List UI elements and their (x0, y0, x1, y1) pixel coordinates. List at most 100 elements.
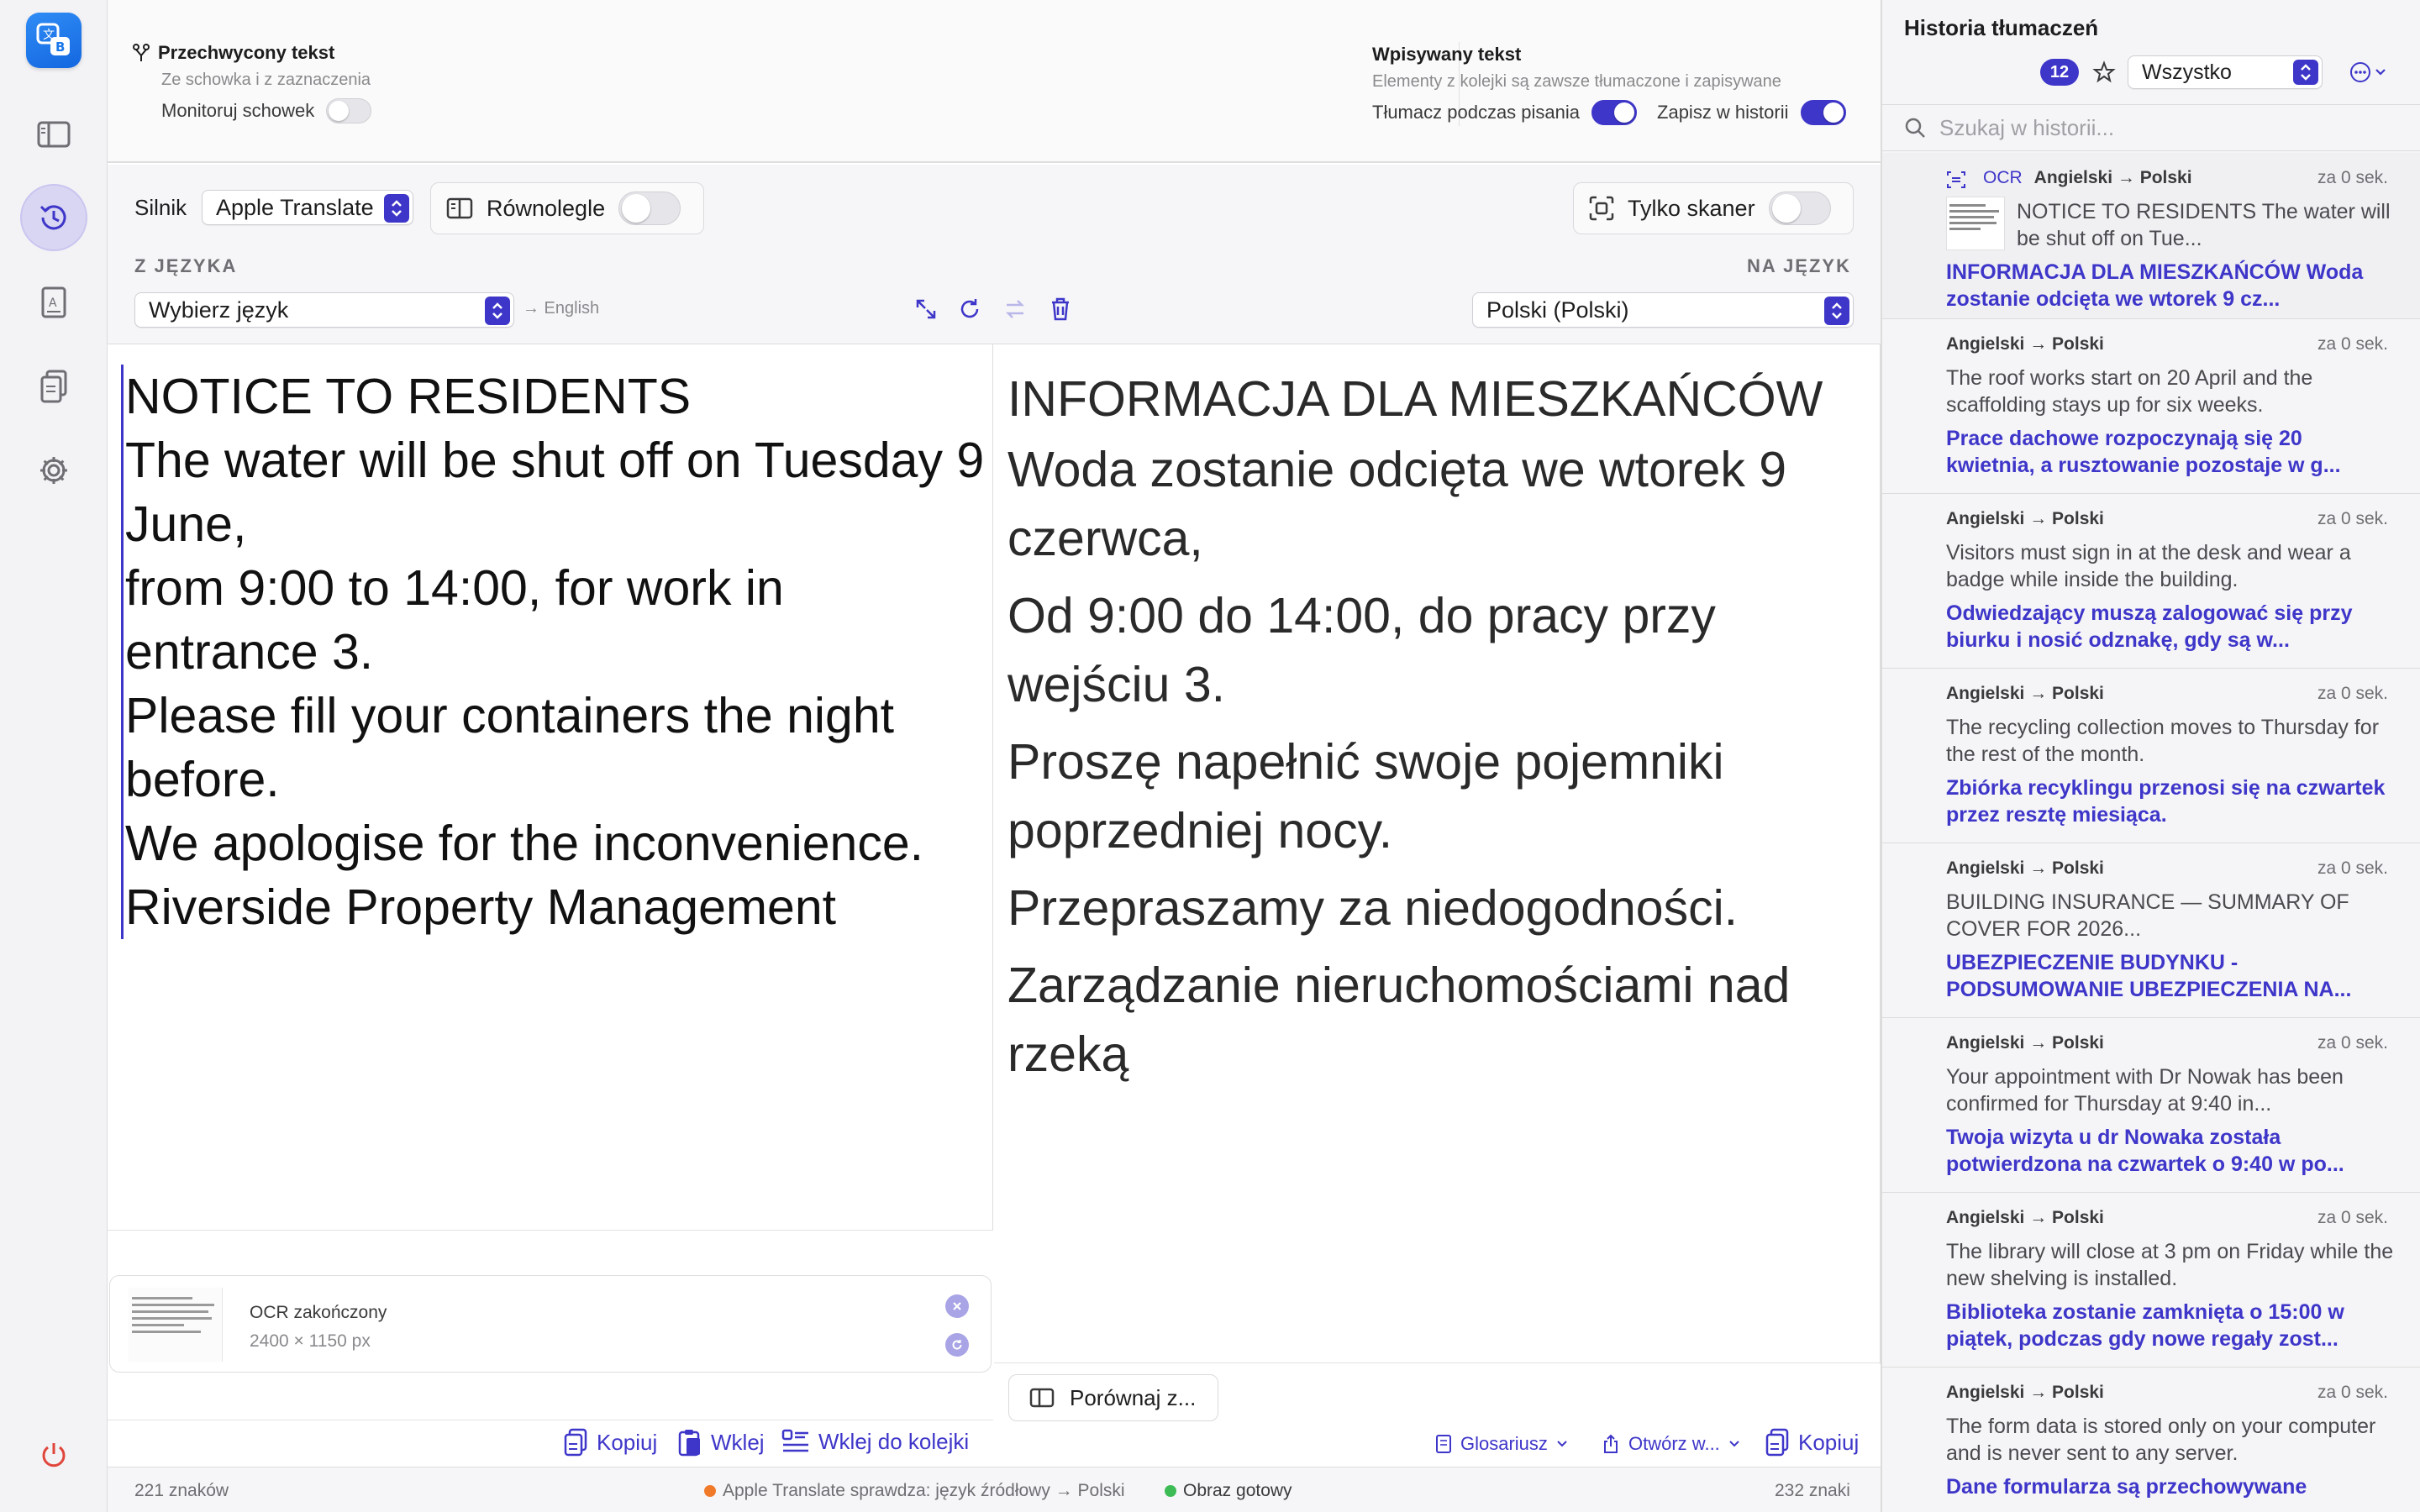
trash-icon[interactable] (1045, 294, 1076, 324)
source-language-value: Wybierz język (149, 297, 289, 323)
paste-button[interactable]: Wklej (677, 1428, 765, 1457)
source-line: The water will be shut off on Tuesday 9 … (125, 433, 985, 552)
glossary-book-icon (1436, 1435, 1451, 1453)
history-item-langs: Angielski → Polski (2033, 168, 2192, 187)
share-icon (1604, 1434, 1618, 1453)
history-item-source: Your appointment with Dr Nowak has been … (1946, 1065, 2344, 1116)
split-view-icon (1029, 1388, 1055, 1408)
source-line: Please fill your containers the night be… (125, 688, 895, 807)
parallel-label: Równolegle (487, 195, 606, 221)
history-item-translation: Odwiedzający muszą zalogować się przy bi… (1946, 601, 2353, 652)
history-search-placeholder: Szukaj w historii... (1939, 114, 2115, 140)
history-item[interactable]: Angielski → Polski za 0 sek. Visitors mus… (1882, 494, 2420, 669)
engine-label: Silnik (134, 195, 187, 220)
history-item[interactable]: Angielski → Polski za 0 sek. The library … (1882, 1193, 2420, 1368)
history-item-source: The library will close at 3 pm on Friday… (1946, 1240, 2394, 1290)
history-list: OCR Angielski → Polski za 0 sek. NOTICE … (1882, 153, 2420, 1502)
translation-line: Od 9:00 do 14:00, do pracy przy wejściu … (1007, 588, 1716, 712)
detected-language: → English (523, 299, 600, 318)
copy-source-label: Kopiuj (597, 1429, 658, 1455)
more-options-icon[interactable] (2349, 60, 2388, 84)
history-item[interactable]: Angielski → Polski za 0 sek. BUILDING INS… (1882, 843, 2420, 1018)
engine-status-text: Apple Translate sprawdza: język źródłowy… (723, 1481, 1125, 1500)
source-language-select[interactable]: Wybierz język (134, 292, 514, 328)
history-search[interactable]: Szukaj w historii... (1882, 104, 2420, 151)
captured-text-section: Przechwycony tekst Ze schowka i z zaznac… (133, 42, 372, 123)
svg-text:A: A (49, 297, 57, 310)
save-to-history-toggle[interactable] (1800, 100, 1846, 125)
history-item[interactable]: OCR Angielski → Polski za 0 sek. NOTICE … (1882, 153, 2420, 319)
ocr-tag: OCR (1983, 168, 2023, 187)
history-item-source: BUILDING INSURANCE — SUMMARY OF COVER FO… (1946, 890, 2349, 941)
dictionary-icon[interactable]: A (29, 277, 79, 328)
history-item[interactable]: Angielski → Polski za 0 sek. Your appoint… (1882, 1018, 2420, 1193)
source-text-editor[interactable]: NOTICE TO RESIDENTS The water will be sh… (121, 365, 986, 939)
svg-text:B: B (55, 39, 65, 55)
source-line: from 9:00 to 14:00, for work in entrance… (125, 560, 784, 680)
typed-text-subtitle: Elementy z kolejki są zawsze tłumaczone … (1372, 72, 1781, 91)
glossary-menu[interactable]: Glosariusz (1435, 1433, 1568, 1455)
monitor-clipboard-toggle[interactable] (326, 98, 372, 123)
paste-to-queue-button[interactable]: Wklej do kolejki (781, 1428, 969, 1455)
capture-fork-icon (133, 44, 150, 61)
translation-controls: Silnik Apple Translate Równolegle Tylko … (108, 165, 1881, 344)
compare-with-button[interactable]: Porównaj z... (1008, 1374, 1218, 1421)
ocr-scan-icon (1947, 171, 1965, 188)
history-item[interactable]: Angielski → Polski za 0 sek. The recyclin… (1882, 669, 2420, 843)
sidebar-toggle-icon[interactable] (29, 109, 79, 160)
history-item[interactable]: Angielski → Polski za 0 sek. The roof wor… (1882, 319, 2420, 494)
monitor-clipboard-label: Monitoruj schowek (161, 100, 315, 121)
source-text-pane[interactable]: NOTICE TO RESIDENTS The water will be sh… (108, 344, 993, 1230)
target-language-chevron-icon (1824, 297, 1849, 325)
expand-icon[interactable] (911, 294, 941, 324)
history-item-source: NOTICE TO RESIDENTS The water will be sh… (2017, 200, 2391, 250)
power-icon[interactable] (29, 1430, 79, 1480)
scanner-only-toggle[interactable] (1768, 192, 1831, 225)
translation-line: Zarządzanie nieruchomościami nad rzeką (1007, 958, 1791, 1082)
history-item-langs: Angielski → Polski (1946, 1208, 2104, 1227)
engine-select[interactable]: Apple Translate (202, 190, 413, 225)
ocr-rerun-icon[interactable] (945, 1333, 969, 1357)
typed-text-section: Wpisywany tekst Elementy z kolejki są za… (1372, 44, 1860, 125)
history-item-langs: Angielski → Polski (1946, 1033, 2104, 1053)
captured-text-subtitle: Ze schowka i z zaznaczenia (161, 71, 371, 89)
copy-translation-button[interactable]: Kopiuj (1765, 1428, 1859, 1457)
translation-pane[interactable]: INFORMACJA DLA MIESZKAŃCÓW Woda zostanie… (994, 344, 1881, 1364)
ocr-thumbnail[interactable] (129, 1288, 223, 1362)
history-item-time: za 0 sek. (2317, 1033, 2388, 1053)
settings-gear-icon[interactable] (29, 445, 79, 496)
history-item-langs: Angielski → Polski (1946, 684, 2104, 703)
history-title: Historia tłumaczeń (1904, 15, 2099, 40)
history-item-langs: Angielski → Polski (1946, 509, 2104, 528)
history-item-source: The roof works start on 20 April and the… (1946, 366, 2313, 417)
swap-languages-icon[interactable] (1000, 294, 1030, 324)
engine-status: Apple Translate sprawdza: język źródłowy… (704, 1481, 1125, 1501)
app-logo-icon[interactable]: 文 B (26, 13, 82, 68)
history-count-badge: 12 (2040, 59, 2079, 86)
copy-source-button[interactable]: Kopiuj (563, 1428, 657, 1457)
documents-icon[interactable] (29, 361, 79, 412)
history-icon[interactable] (20, 184, 87, 251)
history-item-langs: Angielski → Polski (1946, 1383, 2104, 1402)
queue-list-icon (781, 1429, 808, 1452)
source-language-chevron-icon (485, 297, 510, 325)
ocr-close-icon[interactable] (945, 1294, 969, 1318)
parallel-toggle[interactable] (618, 192, 681, 225)
open-in-label: Otwórz w... (1628, 1433, 1720, 1454)
save-to-history-label: Zapisz w historii (1657, 102, 1789, 123)
translate-while-typing-toggle[interactable] (1591, 100, 1638, 125)
history-item-source: The form data is stored only on your com… (1946, 1415, 2376, 1465)
history-filter-value: Wszystko (2142, 60, 2232, 84)
open-in-menu[interactable]: Otwórz w... (1602, 1433, 1740, 1455)
history-item[interactable]: Angielski → Polski za 0 sek. The form dat… (1882, 1368, 2420, 1502)
pane-divider (108, 1230, 993, 1231)
ocr-status: OCR zakończony (250, 1303, 387, 1322)
copy-icon (1765, 1428, 1789, 1457)
favorites-star-icon[interactable] (2092, 60, 2116, 84)
translation-output[interactable]: INFORMACJA DLA MIESZKAŃCÓW Woda zostanie… (1007, 365, 1865, 1097)
target-language-select[interactable]: Polski (Polski) (1472, 292, 1854, 328)
ocr-image-size: 2400 × 1150 px (250, 1331, 371, 1351)
history-filter-select[interactable]: Wszystko (2128, 55, 2323, 89)
history-item-translation: Dane formularza są przechowywane (1946, 1475, 2307, 1499)
refresh-icon[interactable] (955, 294, 985, 324)
